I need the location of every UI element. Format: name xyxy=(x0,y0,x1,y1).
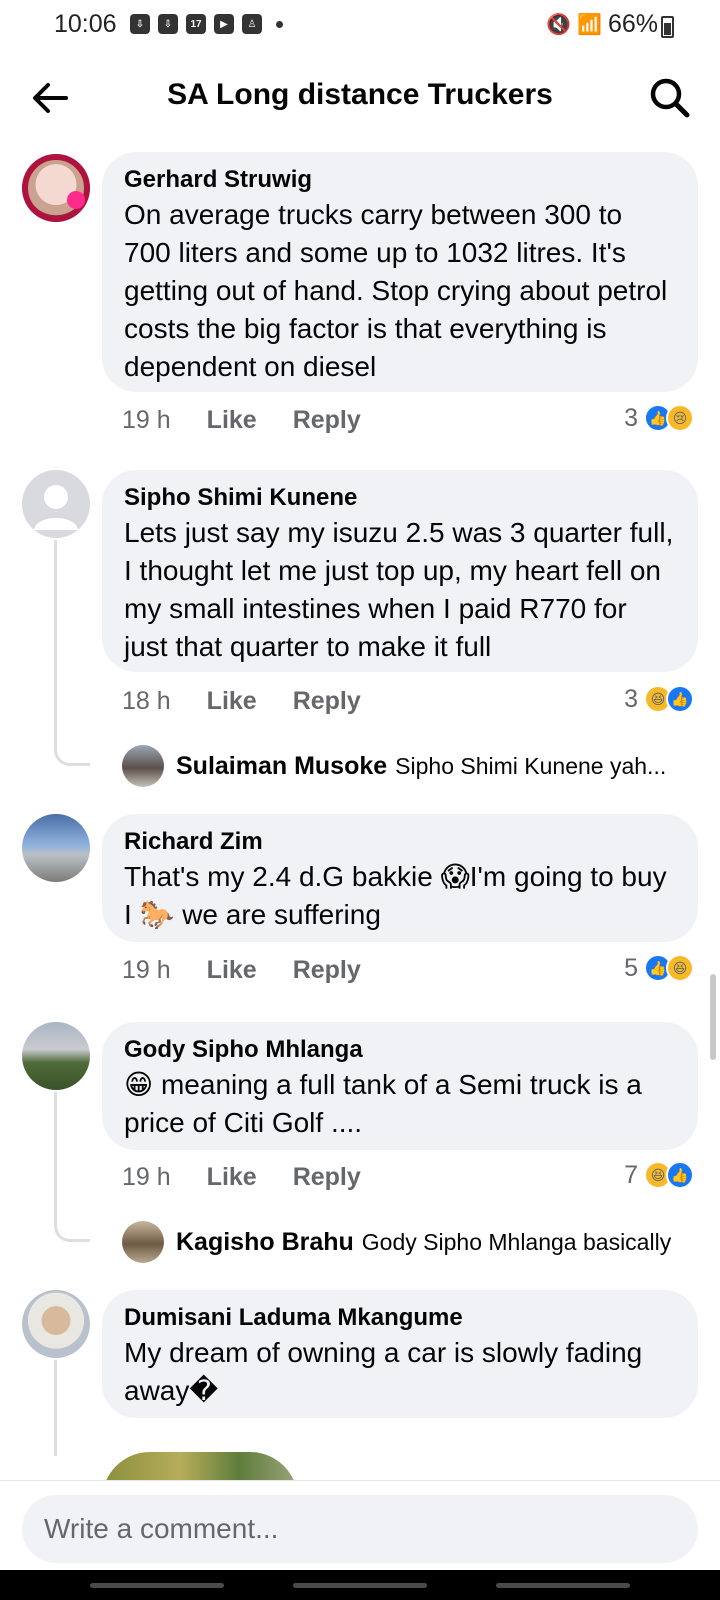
thread-line xyxy=(54,540,90,766)
avatar[interactable] xyxy=(122,1221,164,1263)
reply-button[interactable]: Reply xyxy=(293,687,361,716)
avatar[interactable] xyxy=(22,814,90,882)
comment-time[interactable]: 19 h xyxy=(122,406,171,435)
comment-actions: 19 h Like Reply xyxy=(122,950,361,990)
sad-icon: 😢 xyxy=(666,404,694,432)
avatar[interactable] xyxy=(122,745,164,787)
recent-apps-button[interactable] xyxy=(90,1583,224,1588)
avatar[interactable] xyxy=(22,1290,90,1358)
reply-preview[interactable]: Kagisho Brahu Gody Sipho Mhlanga basical… xyxy=(122,1220,702,1264)
haha-icon: 😆 xyxy=(666,954,694,982)
comment-input[interactable]: Write a comment... xyxy=(22,1495,698,1563)
reply-button[interactable]: Reply xyxy=(293,956,361,985)
reply-author[interactable]: Kagisho Brahu xyxy=(176,1228,354,1257)
comment-bubble[interactable]: Dumisani Laduma Mkangume My dream of own… xyxy=(102,1290,698,1418)
back-button[interactable] xyxy=(496,1583,630,1588)
avatar[interactable] xyxy=(22,154,90,222)
avatar-image xyxy=(22,154,90,222)
reaction-summary[interactable]: 3 😆 👍 xyxy=(624,679,694,719)
notification-icons: ⇩ ⇩ 17 ▶ ♙ xyxy=(130,14,283,34)
comment-bubble[interactable]: Sipho Shimi Kunene Lets just say my isuz… xyxy=(102,470,698,672)
reaction-count: 3 xyxy=(624,684,638,713)
comment-bubble[interactable]: Richard Zim That's my 2.4 d.G bakkie 😱I'… xyxy=(102,814,698,942)
like-button[interactable]: Like xyxy=(207,956,257,985)
comment-author[interactable]: Gerhard Struwig xyxy=(124,164,676,196)
reaction-summary[interactable]: 5 👍 😆 xyxy=(624,948,694,988)
default-avatar-icon xyxy=(34,485,78,530)
battery-level: 66% xyxy=(607,10,658,38)
comment-composer: Write a comment... xyxy=(0,1480,720,1570)
comment-author[interactable]: Gody Sipho Mhlanga xyxy=(124,1034,676,1066)
battery-icon xyxy=(661,16,674,38)
calendar-icon: 17 xyxy=(186,14,206,34)
scrollbar[interactable] xyxy=(710,974,716,1060)
search-icon[interactable] xyxy=(648,76,692,120)
status-right: 🔇 📶 66% xyxy=(546,10,658,39)
comment-text: 😁 meaning a full tank of a Semi truck is… xyxy=(124,1069,642,1138)
reply-text: Gody Sipho Mhlanga basically xyxy=(361,1228,672,1255)
avatar[interactable] xyxy=(22,470,90,538)
comment-text: My dream of owning a car is slowly fadin… xyxy=(124,1337,643,1406)
comment-author[interactable]: Richard Zim xyxy=(124,826,676,858)
reaction-count: 3 xyxy=(624,403,638,432)
comment-text: Lets just say my isuzu 2.5 was 3 quarter… xyxy=(124,517,674,662)
notification-icon: ♙ xyxy=(242,14,262,34)
like-icon: 👍 xyxy=(666,685,694,713)
avatar[interactable] xyxy=(22,1022,90,1090)
like-button[interactable]: Like xyxy=(207,1163,257,1192)
status-bar: 10:06 ⇩ ⇩ 17 ▶ ♙ 🔇 📶 66% xyxy=(0,0,720,56)
page-title: SA Long distance Truckers xyxy=(167,78,553,111)
comment-actions: 18 h Like Reply xyxy=(122,681,361,721)
comment-actions: 19 h Like Reply xyxy=(122,400,361,440)
reaction-summary[interactable]: 3 👍 😢 xyxy=(624,398,694,438)
thread-line xyxy=(54,1092,90,1242)
mute-icon: 🔇 xyxy=(546,14,572,36)
comment-time[interactable]: 19 h xyxy=(122,1163,171,1192)
comment-time[interactable]: 18 h xyxy=(122,687,171,716)
reply-preview[interactable]: Sulaiman Musoke Sipho Shimi Kunene yah..… xyxy=(122,744,702,788)
thread-line xyxy=(54,1360,57,1456)
comment-author[interactable]: Sipho Shimi Kunene xyxy=(124,482,676,514)
system-nav-bar xyxy=(0,1570,720,1600)
notification-icon: ⇩ xyxy=(130,14,150,34)
comment-bubble[interactable]: Gerhard Struwig On average trucks carry … xyxy=(102,152,698,392)
home-button[interactable] xyxy=(293,1583,427,1588)
like-icon: 👍 xyxy=(666,1161,694,1189)
reaction-summary[interactable]: 7 😆 👍 xyxy=(624,1155,694,1195)
reply-text: Sipho Shimi Kunene yah... xyxy=(395,752,667,779)
youtube-icon: ▶ xyxy=(214,14,234,34)
reaction-count: 7 xyxy=(624,1160,638,1189)
comment-bubble[interactable]: Gody Sipho Mhlanga 😁 meaning a full tank… xyxy=(102,1022,698,1150)
comment-author[interactable]: Dumisani Laduma Mkangume xyxy=(124,1302,676,1334)
reply-author[interactable]: Sulaiman Musoke xyxy=(176,752,387,781)
like-button[interactable]: Like xyxy=(207,687,257,716)
reply-button[interactable]: Reply xyxy=(293,406,361,435)
notification-icon: ⇩ xyxy=(158,14,178,34)
comment-text: On average trucks carry between 300 to 7… xyxy=(124,199,668,382)
more-notifications-icon xyxy=(276,20,283,28)
status-time: 10:06 xyxy=(54,10,117,38)
like-button[interactable]: Like xyxy=(207,406,257,435)
comment-actions: 19 h Like Reply xyxy=(122,1157,361,1197)
reaction-count: 5 xyxy=(624,953,638,982)
comment-text: That's my 2.4 d.G bakkie 😱I'm going to b… xyxy=(124,861,667,930)
wifi-icon: 📶 xyxy=(577,14,602,36)
reply-button[interactable]: Reply xyxy=(293,1163,361,1192)
comment-time[interactable]: 19 h xyxy=(122,956,171,985)
top-bar: SA Long distance Truckers xyxy=(0,56,720,144)
